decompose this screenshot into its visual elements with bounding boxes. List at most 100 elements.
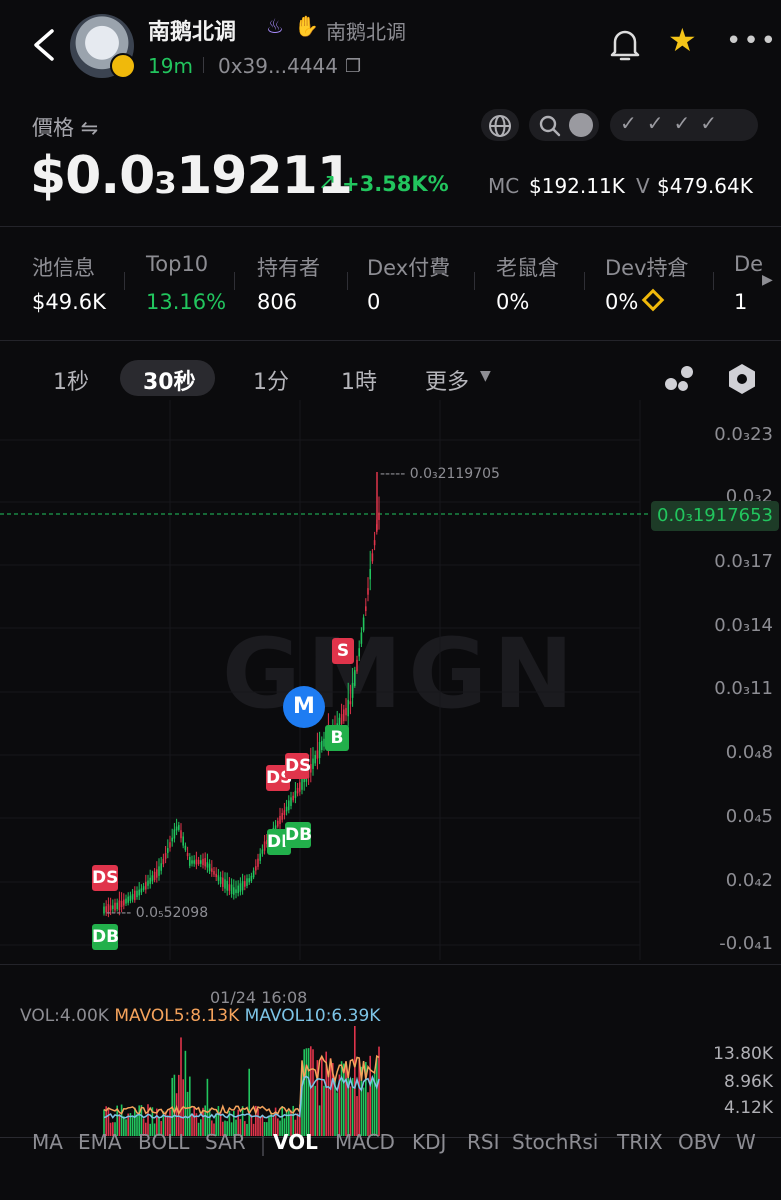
candle	[208, 863, 211, 872]
price-change: +3.58K%	[342, 172, 449, 196]
high-price-label: ----- 0.0₃2119705	[380, 466, 500, 482]
y-tick: -0.0₄1	[719, 933, 773, 954]
indicator-macd[interactable]: MACD	[335, 1130, 395, 1154]
indicator-boll[interactable]: BOLL	[138, 1130, 189, 1154]
price-label[interactable]: 價格 ⇋	[32, 112, 98, 142]
candle	[230, 884, 233, 894]
divider	[584, 272, 585, 290]
indicator-stochrsi[interactable]: StochRsi	[512, 1130, 598, 1154]
timeframe-1h[interactable]: 1時	[341, 364, 377, 396]
more-icon[interactable]: •••	[726, 26, 778, 56]
volume-bar	[184, 1050, 187, 1136]
volume-chart[interactable]	[0, 1020, 781, 1138]
candle	[186, 853, 189, 857]
contract-address[interactable]: 0x39...4444	[218, 54, 338, 78]
stat-pool-value[interactable]: $49.6K	[32, 290, 106, 314]
indicator-w[interactable]: W	[736, 1130, 756, 1154]
marker-sell[interactable]: S	[332, 638, 354, 664]
marker-dev-buy[interactable]: DB	[92, 924, 119, 950]
candle	[360, 632, 363, 644]
candle	[219, 877, 222, 884]
indicator-ema[interactable]: EMA	[78, 1130, 122, 1154]
candle	[290, 797, 292, 806]
candle	[173, 829, 176, 839]
candle	[257, 858, 259, 867]
divider	[474, 272, 475, 290]
candle	[129, 895, 132, 901]
indicator-sar[interactable]: SAR	[205, 1130, 246, 1154]
y-tick: 0.0₃23	[714, 424, 773, 445]
candle	[213, 871, 215, 875]
candle	[281, 812, 283, 820]
candle	[131, 894, 134, 900]
candle	[158, 866, 160, 876]
indicator-bar: MA EMA BOLL SAR VOL MACD KDJ RSI StochRs…	[0, 1130, 781, 1170]
timeframe-1s[interactable]: 1秒	[53, 364, 89, 396]
star-icon[interactable]: ★	[668, 24, 697, 56]
volume-bar	[178, 1074, 180, 1136]
marker-dev-sell[interactable]: DS	[92, 865, 118, 891]
volume-label: V	[636, 174, 650, 198]
candle	[378, 512, 380, 520]
stat-dev-holding-value[interactable]: 0%	[605, 290, 638, 314]
search-button[interactable]	[529, 109, 599, 141]
candle	[202, 858, 204, 866]
candle	[296, 787, 299, 794]
candle	[237, 885, 239, 894]
candle	[288, 800, 290, 811]
divider	[0, 964, 781, 965]
candle	[222, 877, 224, 887]
chevron-right-icon[interactable]: ▶	[762, 272, 773, 288]
stat-insiders-label: 老鼠倉	[496, 256, 559, 280]
indicator-dots-icon[interactable]	[662, 362, 696, 396]
candle	[217, 875, 220, 881]
marker-dev-buy[interactable]: DB	[285, 822, 312, 848]
divider	[713, 272, 714, 290]
divider	[347, 272, 348, 290]
stat-holders-value[interactable]: 806	[257, 290, 297, 314]
settings-hex-icon[interactable]	[726, 362, 758, 396]
indicator-obv[interactable]: OBV	[678, 1130, 721, 1154]
candle	[200, 860, 202, 864]
stat-top10-value[interactable]: 13.16%	[146, 290, 226, 314]
candle	[358, 648, 360, 657]
stat-dev-value[interactable]: 1	[734, 290, 747, 314]
price-value: $0.0₃19211	[30, 146, 353, 206]
candle	[142, 886, 145, 890]
candle	[246, 878, 248, 886]
candle	[182, 836, 184, 846]
stat-dex-paid-value[interactable]: 0	[367, 290, 380, 314]
token-subname: 南鹅北调	[326, 20, 406, 44]
y-tick: 0.0₃17	[714, 551, 773, 572]
candle	[263, 841, 266, 851]
volume-bar	[307, 1048, 310, 1136]
indicator-trix[interactable]: TRIX	[617, 1130, 663, 1154]
volume-bar	[310, 1046, 312, 1136]
marker-migration[interactable]: M	[283, 686, 325, 728]
candle	[312, 758, 314, 769]
copy-icon[interactable]: ❐	[345, 56, 361, 77]
timeframe-more[interactable]: 更多	[425, 364, 469, 396]
marker-dev-sell[interactable]: DS	[285, 753, 311, 779]
candle	[195, 859, 198, 865]
indicator-ma[interactable]: MA	[32, 1130, 63, 1154]
bnb-chain-badge-icon	[110, 53, 136, 79]
website-button[interactable]	[481, 109, 519, 141]
stat-holders-label: 持有者	[257, 256, 320, 280]
y-tick: 0.0₄8	[725, 742, 773, 763]
security-checks[interactable]: ✓✓✓✓	[610, 109, 758, 141]
candle	[136, 890, 138, 898]
back-icon[interactable]	[30, 28, 58, 62]
indicator-kdj[interactable]: KDJ	[412, 1130, 446, 1154]
marker-buy[interactable]: B	[325, 725, 349, 751]
bell-icon[interactable]	[608, 26, 642, 62]
indicator-rsi[interactable]: RSI	[467, 1130, 500, 1154]
y-tick: 0.0₃11	[714, 678, 773, 699]
indicator-vol[interactable]: VOL	[273, 1130, 318, 1154]
stat-insiders-value[interactable]: 0%	[496, 290, 529, 314]
crosshair-time: 01/24 16:08	[210, 988, 308, 1007]
candle	[160, 863, 162, 871]
candle	[239, 883, 242, 892]
timeframe-30s[interactable]: 30秒	[143, 364, 196, 396]
timeframe-1m[interactable]: 1分	[253, 364, 289, 396]
